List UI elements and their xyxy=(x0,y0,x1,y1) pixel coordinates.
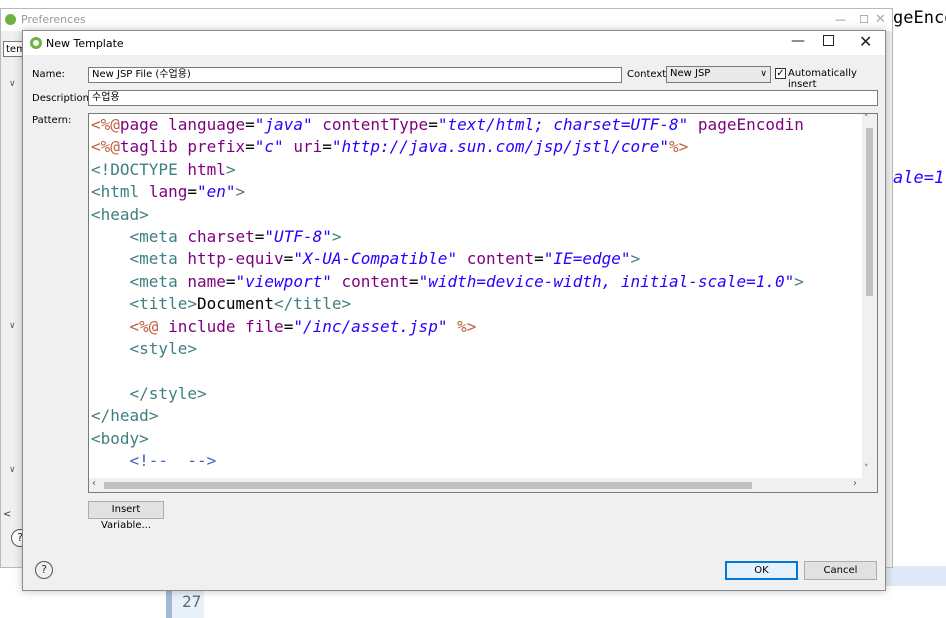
code-line: <%@taglib prefix="c" uri="http://java.su… xyxy=(91,137,689,157)
close-icon[interactable]: ✕ xyxy=(859,32,872,51)
chevron-down-icon[interactable]: ∨ xyxy=(9,321,16,331)
preferences-titlebar: Preferences — ☐ ✕ xyxy=(1,9,892,31)
scroll-left-arrow-icon[interactable]: ‹ xyxy=(92,478,96,489)
editor-code-fragment: ale=1. xyxy=(893,168,946,188)
code-line: <%@ include file="/inc/asset.jsp" %> xyxy=(129,316,477,336)
code-line: </head> xyxy=(91,406,159,426)
horizontal-scroll-thumb[interactable] xyxy=(104,482,752,489)
context-select-value: New JSP xyxy=(670,68,711,79)
auto-insert-label: Automatically insert xyxy=(788,68,857,90)
code-line: <!-- --> xyxy=(129,451,217,471)
code-line: <meta name="viewport" content="width=dev… xyxy=(129,271,804,291)
dialog-titlebar: New Template — ✕ xyxy=(23,31,885,55)
pattern-code[interactable]: <%@page language="java" contentType="tex… xyxy=(91,114,804,473)
editor-line-number: 27 xyxy=(166,590,204,618)
chevron-down-icon[interactable]: ∨ xyxy=(9,465,16,475)
code-line: <!DOCTYPE html> xyxy=(91,159,236,179)
new-template-dialog: New Template — ✕ Name: New JSP File (수업용… xyxy=(22,30,886,591)
scroll-right-arrow-icon[interactable]: › xyxy=(853,478,857,489)
help-icon[interactable]: ? xyxy=(35,561,53,579)
maximize-icon[interactable]: ☐ xyxy=(859,13,869,26)
description-input[interactable]: 수업용 xyxy=(88,90,878,106)
pattern-editor[interactable]: <%@page language="java" contentType="tex… xyxy=(88,113,878,493)
pattern-label: Pattern: xyxy=(32,115,72,126)
scroll-up-arrow-icon[interactable]: ˄ xyxy=(864,114,869,124)
code-line: <head> xyxy=(91,204,149,224)
description-label: Description: xyxy=(32,93,93,104)
auto-insert-checkbox[interactable]: ✓ xyxy=(775,68,786,79)
ok-button[interactable]: OK xyxy=(725,561,798,580)
code-line: <meta http-equiv="X-UA-Compatible" conte… xyxy=(129,249,641,269)
maximize-icon[interactable] xyxy=(823,35,834,46)
code-line: <meta charset="UTF-8"> xyxy=(129,227,342,247)
name-input[interactable]: New JSP File (수업용) xyxy=(88,67,622,83)
insert-variable-button[interactable]: Insert Variable... xyxy=(88,501,164,531)
scroll-down-arrow-icon[interactable]: ˅ xyxy=(864,464,869,474)
code-line: <title>Document</title> xyxy=(129,294,352,314)
dialog-title: New Template xyxy=(46,37,124,50)
editor-code-fragment: geEnco xyxy=(893,8,946,28)
context-select[interactable]: New JSP ∨ xyxy=(666,66,771,83)
cancel-button[interactable]: Cancel xyxy=(804,561,877,580)
code-line: <html lang="en"> xyxy=(91,182,246,202)
minimize-icon[interactable]: — xyxy=(791,33,805,49)
preferences-title: Preferences xyxy=(21,13,86,26)
minimize-icon[interactable]: — xyxy=(835,13,846,26)
scroll-left-arrow-icon[interactable]: < xyxy=(3,509,17,521)
close-icon[interactable]: ✕ xyxy=(875,12,886,27)
name-label: Name: xyxy=(32,69,65,80)
code-line: <style> xyxy=(129,339,197,359)
chevron-down-icon: ∨ xyxy=(760,69,767,79)
spring-leaf-icon xyxy=(30,37,42,49)
code-line: </style> xyxy=(129,383,207,403)
vertical-scroll-thumb[interactable] xyxy=(866,128,873,296)
code-line: <%@page language="java" contentType="tex… xyxy=(91,115,804,134)
editor-selection-highlight xyxy=(886,566,946,586)
spring-leaf-icon xyxy=(5,14,16,25)
context-label: Context: xyxy=(627,69,670,80)
chevron-down-icon[interactable]: ∨ xyxy=(9,79,16,89)
code-line: <body> xyxy=(91,428,149,448)
